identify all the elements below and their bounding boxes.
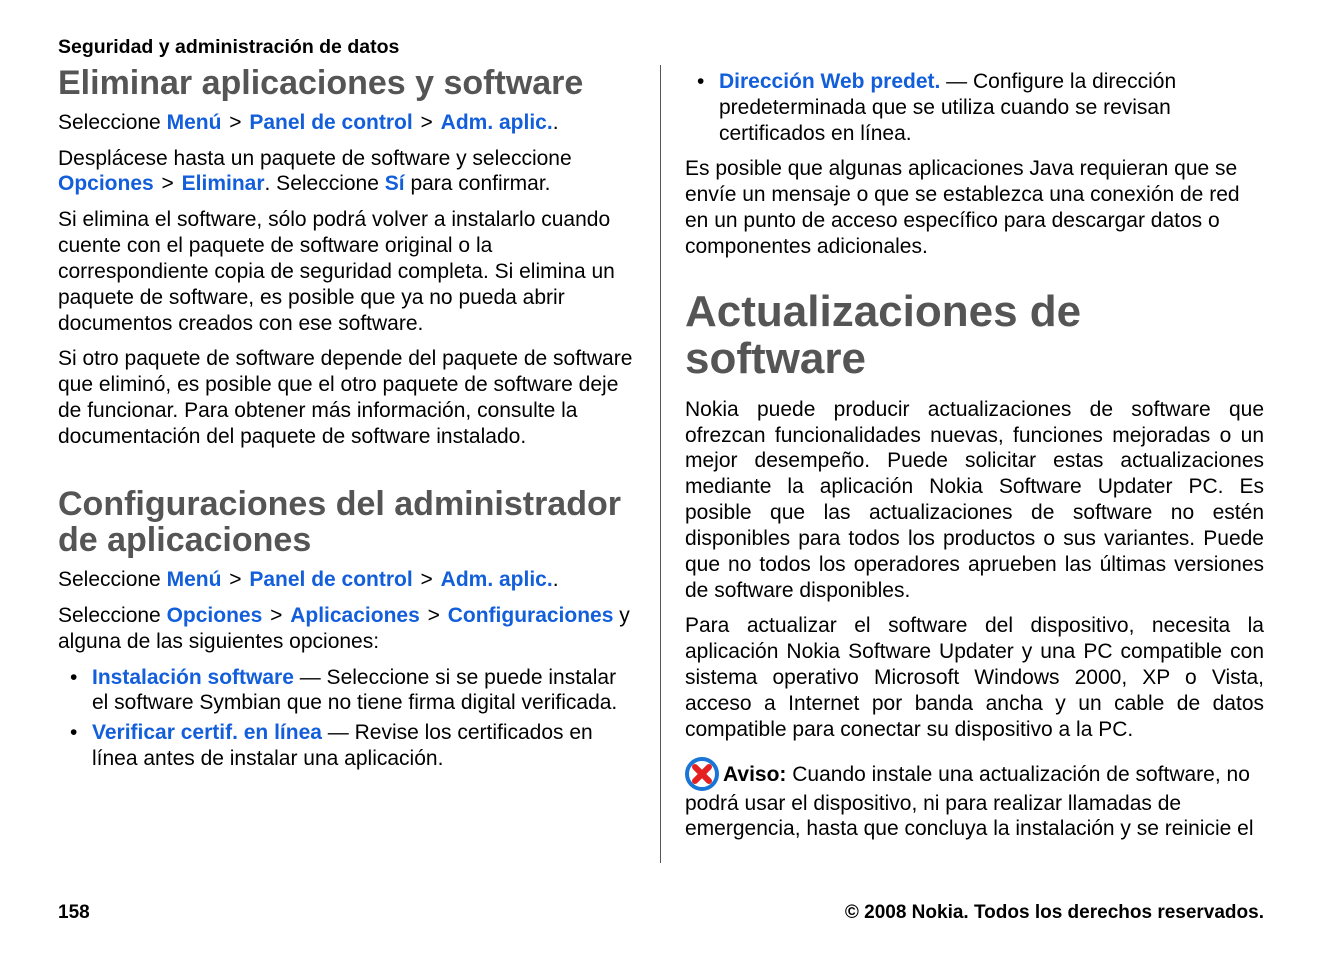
link-menu[interactable]: Menú	[167, 111, 222, 134]
separator: >	[223, 111, 247, 134]
separator: >	[156, 172, 180, 195]
link-panel-control[interactable]: Panel de control	[249, 568, 412, 591]
link-adm-aplic[interactable]: Adm. aplic.	[441, 111, 553, 134]
paragraph: Si elimina el software, sólo podrá volve…	[58, 207, 636, 336]
text: Seleccione	[58, 568, 167, 591]
paragraph: Seleccione Opciones > Aplicaciones > Con…	[58, 603, 636, 655]
link-configuraciones[interactable]: Configuraciones	[448, 604, 614, 627]
link-opciones[interactable]: Opciones	[58, 172, 154, 195]
paragraph: Es posible que algunas aplicaciones Java…	[685, 156, 1264, 259]
text: . Seleccione	[265, 172, 385, 195]
list-item: Verificar certif. en línea — Revise los …	[70, 720, 636, 772]
heading-config: Configuraciones del administrador de apl…	[58, 486, 636, 559]
list-item: Instalación software — Seleccione si se …	[70, 665, 636, 717]
option-list: Instalación software — Seleccione si se …	[58, 665, 636, 772]
link-menu[interactable]: Menú	[167, 568, 222, 591]
text: Seleccione	[58, 604, 167, 627]
page-footer: 158 © 2008 Nokia. Todos los derechos res…	[58, 902, 1264, 924]
paragraph: Nokia puede producir actualizaciones de …	[685, 397, 1264, 604]
link-opciones[interactable]: Opciones	[167, 604, 263, 627]
page-header: Seguridad y administración de datos	[58, 36, 1264, 59]
paragraph: Si otro paquete de software depende del …	[58, 346, 636, 449]
two-column-layout: Eliminar aplicaciones y software Selecci…	[58, 65, 1264, 863]
list-item: Dirección Web predet. — Configure la dir…	[697, 69, 1264, 146]
link-si[interactable]: Sí	[385, 172, 405, 195]
separator: >	[415, 111, 439, 134]
warning-paragraph: Aviso: Cuando instale una actualización …	[685, 757, 1264, 843]
right-column: Dirección Web predet. — Configure la dir…	[661, 65, 1264, 863]
text: .	[553, 568, 559, 591]
separator: >	[422, 604, 446, 627]
copyright: © 2008 Nokia. Todos los derechos reserva…	[845, 902, 1264, 924]
nav-path-1: Seleccione Menú > Panel de control > Adm…	[58, 110, 636, 136]
heading-actualizaciones: Actualizaciones de software	[685, 288, 1264, 383]
link-eliminar[interactable]: Eliminar	[182, 172, 265, 195]
separator: >	[415, 568, 439, 591]
text: Seleccione	[58, 111, 167, 134]
heading-eliminar: Eliminar aplicaciones y software	[58, 65, 636, 102]
separator: >	[264, 604, 288, 627]
text: .	[553, 111, 559, 134]
option-list-cont: Dirección Web predet. — Configure la dir…	[685, 69, 1264, 146]
left-column: Eliminar aplicaciones y software Selecci…	[58, 65, 661, 863]
link-aplicaciones[interactable]: Aplicaciones	[290, 604, 420, 627]
text: Desplácese hasta un paquete de software …	[58, 147, 572, 170]
text: para confirmar.	[405, 172, 551, 195]
link-panel-control[interactable]: Panel de control	[249, 111, 412, 134]
paragraph: Desplácese hasta un paquete de software …	[58, 146, 636, 198]
nav-path-2: Seleccione Menú > Panel de control > Adm…	[58, 567, 636, 593]
page-number: 158	[58, 902, 90, 924]
link-verificar-certif[interactable]: Verificar certif. en línea	[92, 721, 322, 744]
warning-label: Aviso:	[723, 763, 786, 786]
link-adm-aplic[interactable]: Adm. aplic.	[441, 568, 553, 591]
document-page: Seguridad y administración de datos Elim…	[0, 0, 1322, 954]
separator: >	[223, 568, 247, 591]
warning-icon	[685, 757, 719, 791]
paragraph: Para actualizar el software del disposit…	[685, 613, 1264, 742]
link-direccion-web[interactable]: Dirección Web predet.	[719, 70, 940, 93]
link-instalacion-software[interactable]: Instalación software	[92, 666, 294, 689]
